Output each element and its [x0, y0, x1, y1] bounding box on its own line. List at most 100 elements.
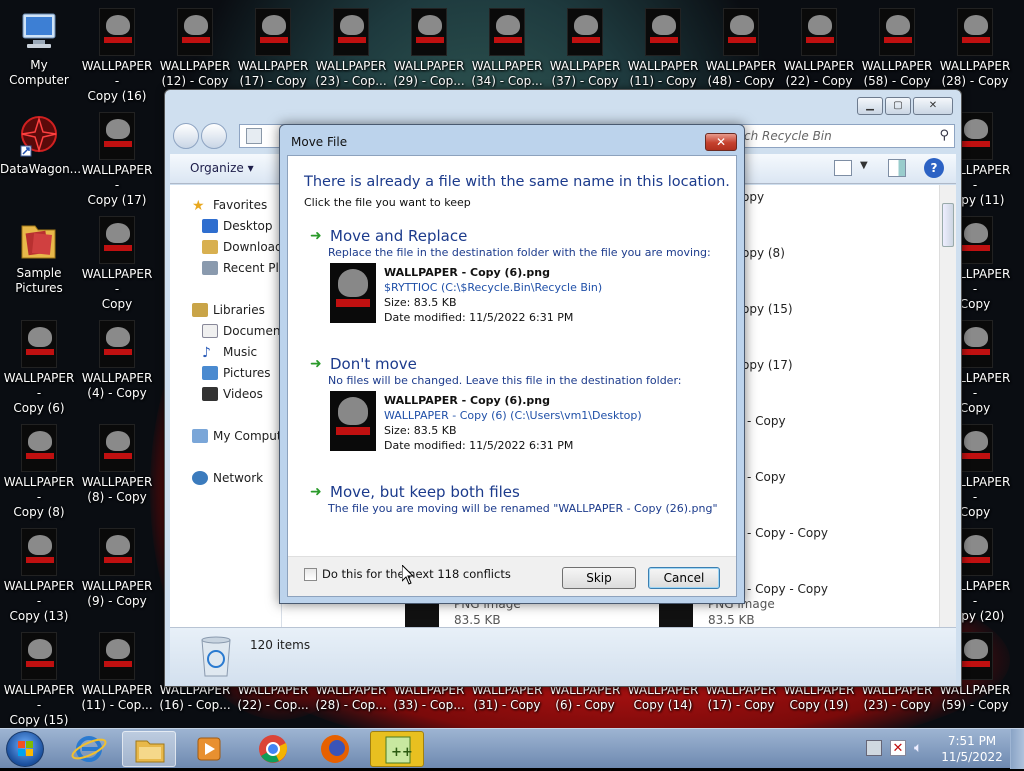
windows-explorer-taskbar-button[interactable] — [122, 731, 176, 767]
firefox-icon[interactable] — [308, 731, 362, 767]
view-options-icon[interactable] — [834, 160, 852, 176]
notepad-plus-plus-icon[interactable]: ++ — [370, 731, 424, 767]
desktop-icon-wallpaper[interactable]: WALLPAPER - Copy (6) — [0, 316, 78, 420]
wallpaper-thumbnail — [21, 424, 57, 472]
forward-button[interactable] — [201, 123, 227, 149]
desktop-icon-wallpaper[interactable]: WALLPAPER - Copy (8) — [0, 420, 78, 524]
nav-libraries[interactable]: Libraries — [192, 300, 265, 320]
wallpaper-thumbnail — [957, 424, 993, 472]
desktop-icon-label: WALLPAPER - Copy — [81, 267, 153, 311]
desktop-icon-wallpaper[interactable]: WALLPAPER - Copy (15) — [0, 628, 78, 728]
desktop-icon-wallpaper[interactable]: WALLPAPER (9) - Copy — [78, 524, 156, 628]
show-desktop-button[interactable] — [1010, 729, 1024, 769]
desktop-icon-label: WALLPAPER (59) - Copy — [939, 683, 1011, 712]
desktop-icon-my-computer[interactable]: My Computer — [0, 4, 78, 108]
nav-videos[interactable]: Videos — [202, 384, 263, 404]
desktop-icon-wallpaper[interactable]: WALLPAPER (4) - Copy — [78, 316, 156, 420]
wallpaper-thumbnail — [99, 216, 135, 264]
scrollbar-thumb[interactable] — [942, 203, 954, 247]
file-name-fragment[interactable]: opy (15) — [742, 302, 793, 316]
organize-button[interactable]: Organize ▾ — [190, 161, 254, 175]
file-name-fragment[interactable]: - Copy - Copy — [747, 582, 828, 596]
nav-my-computer[interactable]: My Compute — [192, 426, 281, 446]
desktop-icon-wallpaper[interactable]: WALLPAPER (11) - Cop... — [78, 628, 156, 728]
media-player-icon[interactable] — [182, 731, 236, 767]
desktop-icon-wallpaper[interactable]: WALLPAPER - Copy — [78, 212, 156, 316]
clock-date: 11/5/2022 — [941, 750, 1003, 764]
green-arrow-icon: ➜ — [310, 356, 322, 372]
cancel-button[interactable]: Cancel — [648, 567, 720, 589]
file-name-fragment[interactable]: opy — [742, 190, 764, 204]
wallpaper-thumbnail — [99, 112, 135, 160]
file-name-fragment[interactable]: opy (17) — [742, 358, 793, 372]
desktop-icon-label: My Computer — [9, 58, 69, 87]
nav-label: Network — [213, 471, 264, 485]
file-details: WALLPAPER - Copy (6).png $RYTTIOC (C:\$R… — [384, 265, 602, 325]
move-file-dialog: Move File ✕ There is already a file with… — [279, 124, 745, 604]
option-heading: ➜ Don't move — [310, 355, 417, 373]
cancel-label: Cancel — [663, 571, 705, 585]
desktop-icon-label: WALLPAPER (4) - Copy — [81, 371, 153, 400]
desktop-icon-label: WALLPAPER (16) - Cop... — [159, 683, 231, 712]
recycle-bin-icon — [198, 632, 234, 680]
clock[interactable]: 7:51 PM 11/5/2022 — [940, 733, 1004, 765]
window-close-button[interactable]: ✕ — [913, 97, 953, 115]
maximize-button[interactable]: ▢ — [885, 97, 911, 115]
nav-recent-places[interactable]: Recent Plac — [202, 258, 281, 278]
nav-music[interactable]: ♪ Music — [202, 342, 257, 362]
close-icon: ✕ — [715, 135, 727, 149]
desktop-icon-label: WALLPAPER (33) - Cop... — [393, 683, 465, 712]
nav-favorites[interactable]: ★ Favorites — [192, 195, 267, 215]
music-icon: ♪ — [202, 345, 211, 361]
nav-documents[interactable]: Document — [202, 321, 282, 341]
desktop-icon-sample-pictures[interactable]: Sample Pictures — [0, 212, 78, 316]
desktop-icon — [202, 219, 218, 233]
file-name-fragment[interactable]: - Copy — [747, 414, 786, 428]
file-name-fragment[interactable]: - Copy — [747, 470, 786, 484]
nav-label: Recent Plac — [223, 261, 281, 275]
action-center-flag-icon[interactable]: ✕ — [890, 740, 906, 756]
dialog-title: Move File — [291, 135, 348, 149]
wallpaper-thumbnail — [99, 424, 135, 472]
desktop-icon-label: WALLPAPER (37) - Copy — [549, 59, 621, 88]
wallpaper-thumbnail — [255, 8, 291, 56]
skip-label: Skip — [586, 571, 612, 585]
nav-desktop[interactable]: Desktop — [202, 216, 273, 236]
start-button[interactable] — [6, 731, 44, 767]
back-button[interactable] — [173, 123, 199, 149]
videos-icon — [202, 387, 218, 401]
nav-network[interactable]: Network — [192, 468, 263, 488]
preview-pane-icon[interactable] — [888, 159, 906, 177]
help-icon[interactable]: ? — [924, 158, 944, 178]
desktop-icon-label: WALLPAPER (11) - Cop... — [81, 683, 153, 712]
dialog-close-button[interactable]: ✕ — [705, 133, 737, 151]
nav-label: Pictures — [223, 366, 271, 380]
minimize-button[interactable]: ▁ — [857, 97, 883, 115]
chrome-icon[interactable] — [246, 731, 300, 767]
chevron-down-icon[interactable]: ▼ — [860, 160, 868, 171]
file-date: Date modified: 11/5/2022 6:31 PM — [384, 439, 574, 452]
network-icon — [192, 471, 208, 485]
desktop-icon-wallpaper[interactable]: WALLPAPER - Copy (17) — [78, 108, 156, 212]
skip-button[interactable]: Skip — [562, 567, 636, 589]
nav-downloads[interactable]: Downloads — [202, 237, 281, 257]
mouse-cursor-icon — [401, 563, 415, 585]
desktop-icon-wallpaper[interactable]: WALLPAPER (8) - Copy — [78, 420, 156, 524]
file-name-fragment[interactable]: opy (8) — [742, 246, 785, 260]
search-box[interactable]: ch Recycle Bin ⚲ — [739, 124, 955, 148]
libraries-icon — [192, 303, 208, 317]
file-name-fragment[interactable]: - Copy - Copy — [747, 526, 828, 540]
file-name: WALLPAPER - Copy (6).png — [384, 266, 550, 279]
checkbox-box[interactable] — [304, 567, 317, 581]
volume-icon[interactable]: 🔈︎ — [914, 739, 932, 757]
nav-label: Document — [223, 324, 282, 338]
network-tray-icon[interactable] — [866, 740, 882, 756]
nav-pictures[interactable]: Pictures — [202, 363, 271, 383]
internet-explorer-icon[interactable] — [62, 731, 116, 767]
desktop-icon-datawagon[interactable]: DataWagon... — [0, 108, 81, 212]
desktop-icon-wallpaper[interactable]: WALLPAPER - Copy (16) — [78, 4, 156, 108]
recycle-bin-icon — [246, 128, 262, 144]
desktop-icon-label: WALLPAPER (22) - Cop... — [237, 683, 309, 712]
vertical-scrollbar[interactable] — [939, 185, 956, 627]
desktop-icon-wallpaper[interactable]: WALLPAPER - Copy (13) — [0, 524, 78, 628]
